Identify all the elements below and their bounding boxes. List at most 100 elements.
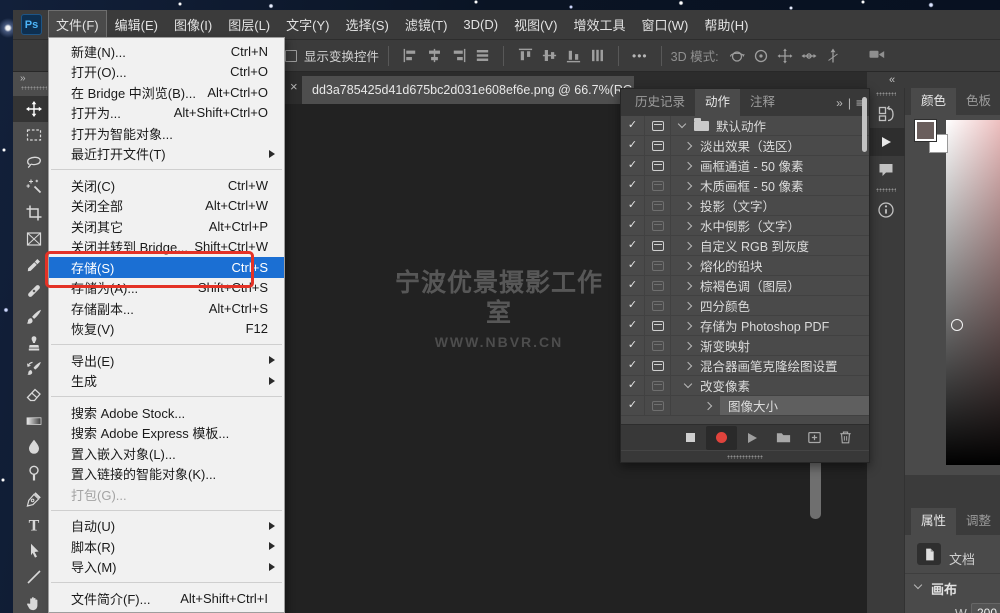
dialog-toggle-cell[interactable] — [645, 136, 671, 155]
dialog-toggle-icon[interactable] — [652, 241, 664, 251]
align-left-icon[interactable] — [398, 45, 422, 67]
expand-chevron-icon[interactable] — [684, 341, 692, 349]
action-toggle-cell[interactable]: ✓ — [621, 276, 645, 295]
action-toggle-cell[interactable]: ✓ — [621, 336, 645, 355]
action-row[interactable]: ✓图像大小 — [621, 396, 869, 416]
dialog-toggle-cell[interactable] — [645, 396, 671, 415]
align-top-icon[interactable] — [513, 45, 537, 67]
action-row[interactable]: ✓熔化的铅块 — [621, 256, 869, 276]
file-menu-item[interactable]: 在 Bridge 中浏览(B)...Alt+Ctrl+O — [49, 82, 284, 103]
action-row[interactable]: ✓水中倒影（文字） — [621, 216, 869, 236]
action-toggle-cell[interactable]: ✓ — [621, 156, 645, 175]
expand-chevron-icon[interactable] — [684, 281, 692, 289]
toolbar-drag-handle[interactable] — [21, 86, 47, 90]
action-row[interactable]: ✓棕褐色调（图层） — [621, 276, 869, 296]
menubar-item[interactable]: 窗口(W) — [633, 10, 696, 39]
dialog-toggle-icon[interactable] — [652, 141, 664, 151]
close-tab-icon[interactable]: × — [290, 80, 298, 94]
comment-panel-button[interactable] — [867, 156, 905, 184]
action-toggle-cell[interactable]: ✓ — [621, 376, 645, 395]
dialog-toggle-icon[interactable] — [652, 221, 664, 231]
color-picker-cursor[interactable] — [951, 319, 963, 331]
foreground-color-swatch[interactable] — [915, 120, 936, 141]
file-menu-item[interactable]: 打开为智能对象... — [49, 123, 284, 144]
action-row[interactable]: ✓默认动作 — [621, 116, 869, 136]
dialog-toggle-cell[interactable] — [645, 316, 671, 335]
file-menu-item[interactable]: 文件简介(F)...Alt+Shift+Ctrl+I — [49, 588, 284, 609]
action-row[interactable]: ✓渐变映射 — [621, 336, 869, 356]
dialog-toggle-icon[interactable] — [652, 201, 664, 211]
action-toggle-cell[interactable]: ✓ — [621, 196, 645, 215]
file-menu-item[interactable]: 自动(U) — [49, 516, 284, 537]
dialog-toggle-icon[interactable] — [652, 381, 664, 391]
action-toggle-cell[interactable]: ✓ — [621, 116, 645, 135]
file-menu-item[interactable]: 恢复(V)F12 — [49, 319, 284, 340]
action-toggle-cell[interactable]: ✓ — [621, 236, 645, 255]
dialog-toggle-cell[interactable] — [645, 236, 671, 255]
menubar-item[interactable]: 文件(F) — [48, 10, 107, 39]
menubar-item[interactable]: 图像(I) — [166, 10, 220, 39]
dialog-toggle-icon[interactable] — [652, 401, 664, 411]
menubar-item[interactable]: 编辑(E) — [107, 10, 166, 39]
expand-chevron-icon[interactable] — [684, 221, 692, 229]
actions-scrollbar[interactable] — [862, 97, 867, 152]
file-menu-item[interactable]: 关闭全部Alt+Ctrl+W — [49, 196, 284, 217]
color-panel-tab[interactable]: 色板 — [956, 88, 1000, 115]
dialog-toggle-cell[interactable] — [645, 356, 671, 375]
action-toggle-cell[interactable]: ✓ — [621, 316, 645, 335]
expand-chevron-icon[interactable] — [704, 401, 712, 409]
dialog-toggle-cell[interactable] — [645, 276, 671, 295]
file-menu-item[interactable]: 生成 — [49, 371, 284, 392]
expand-chevron-icon[interactable] — [684, 321, 692, 329]
action-toggle-cell[interactable]: ✓ — [621, 216, 645, 235]
3d-pan-icon[interactable] — [773, 45, 797, 67]
menubar-item[interactable]: 选择(S) — [337, 10, 396, 39]
info-panel-button[interactable] — [867, 196, 905, 224]
action-row[interactable]: ✓自定义 RGB 到灰度 — [621, 236, 869, 256]
show-transform-checkbox[interactable] — [285, 50, 297, 62]
play-button[interactable] — [737, 426, 768, 450]
action-toggle-cell[interactable]: ✓ — [621, 176, 645, 195]
menubar-item[interactable]: 帮助(H) — [696, 10, 756, 39]
file-menu-item[interactable]: 存储副本...Alt+Ctrl+S — [49, 298, 284, 319]
action-toggle-cell[interactable]: ✓ — [621, 136, 645, 155]
align-center-h-icon[interactable] — [422, 45, 446, 67]
action-row[interactable]: ✓淡出效果（选区） — [621, 136, 869, 156]
collapse-chevron-icon[interactable] — [684, 380, 692, 388]
dialog-toggle-cell[interactable] — [645, 116, 671, 135]
expand-chevron-icon[interactable] — [684, 301, 692, 309]
distribute-v-icon[interactable] — [585, 45, 609, 67]
dialog-toggle-icon[interactable] — [652, 361, 664, 371]
action-row[interactable]: ✓画框通道 - 50 像素 — [621, 156, 869, 176]
file-menu-item[interactable]: 打开(O)...Ctrl+O — [49, 62, 284, 83]
history-panel-button[interactable] — [867, 100, 905, 128]
dialog-toggle-cell[interactable] — [645, 216, 671, 235]
file-menu-item[interactable]: 关闭(C)Ctrl+W — [49, 175, 284, 196]
file-menu-item[interactable]: 新建(N)...Ctrl+N — [49, 41, 284, 62]
file-menu-item[interactable]: 关闭其它Alt+Ctrl+P — [49, 216, 284, 237]
expand-chevron-icon[interactable] — [684, 261, 692, 269]
file-menu-item[interactable]: 最近打开文件(T) — [49, 144, 284, 165]
delete-button[interactable] — [830, 426, 861, 450]
align-bottom-icon[interactable] — [561, 45, 585, 67]
dialog-toggle-icon[interactable] — [652, 261, 664, 271]
file-menu-item[interactable]: 搜索 Adobe Stock... — [49, 402, 284, 423]
document-tab[interactable]: dd3a785425d41d675bc2d031e608ef6e.png @ 6… — [302, 76, 634, 104]
menubar-item[interactable]: 图层(L) — [220, 10, 278, 39]
dialog-toggle-icon[interactable] — [652, 161, 664, 171]
action-row[interactable]: ✓改变像素 — [621, 376, 869, 396]
file-menu-item[interactable]: 导出(E) — [49, 350, 284, 371]
properties-panel-tab[interactable]: 调整 — [956, 508, 1000, 535]
menubar-item[interactable]: 视图(V) — [506, 10, 565, 39]
file-menu-item[interactable]: 置入链接的智能对象(K)... — [49, 464, 284, 485]
action-row[interactable]: ✓木质画框 - 50 像素 — [621, 176, 869, 196]
actions-panel-tab[interactable]: 注释 — [740, 89, 785, 116]
align-right-icon[interactable] — [446, 45, 470, 67]
camera-icon[interactable] — [868, 45, 886, 63]
dialog-toggle-cell[interactable] — [645, 376, 671, 395]
actions-panel-tab[interactable]: 动作 — [695, 89, 740, 116]
menubar-item[interactable]: 文字(Y) — [278, 10, 337, 39]
expand-chevron-icon[interactable] — [684, 241, 692, 249]
3d-slide-icon[interactable] — [797, 45, 821, 67]
dialog-toggle-icon[interactable] — [652, 281, 664, 291]
